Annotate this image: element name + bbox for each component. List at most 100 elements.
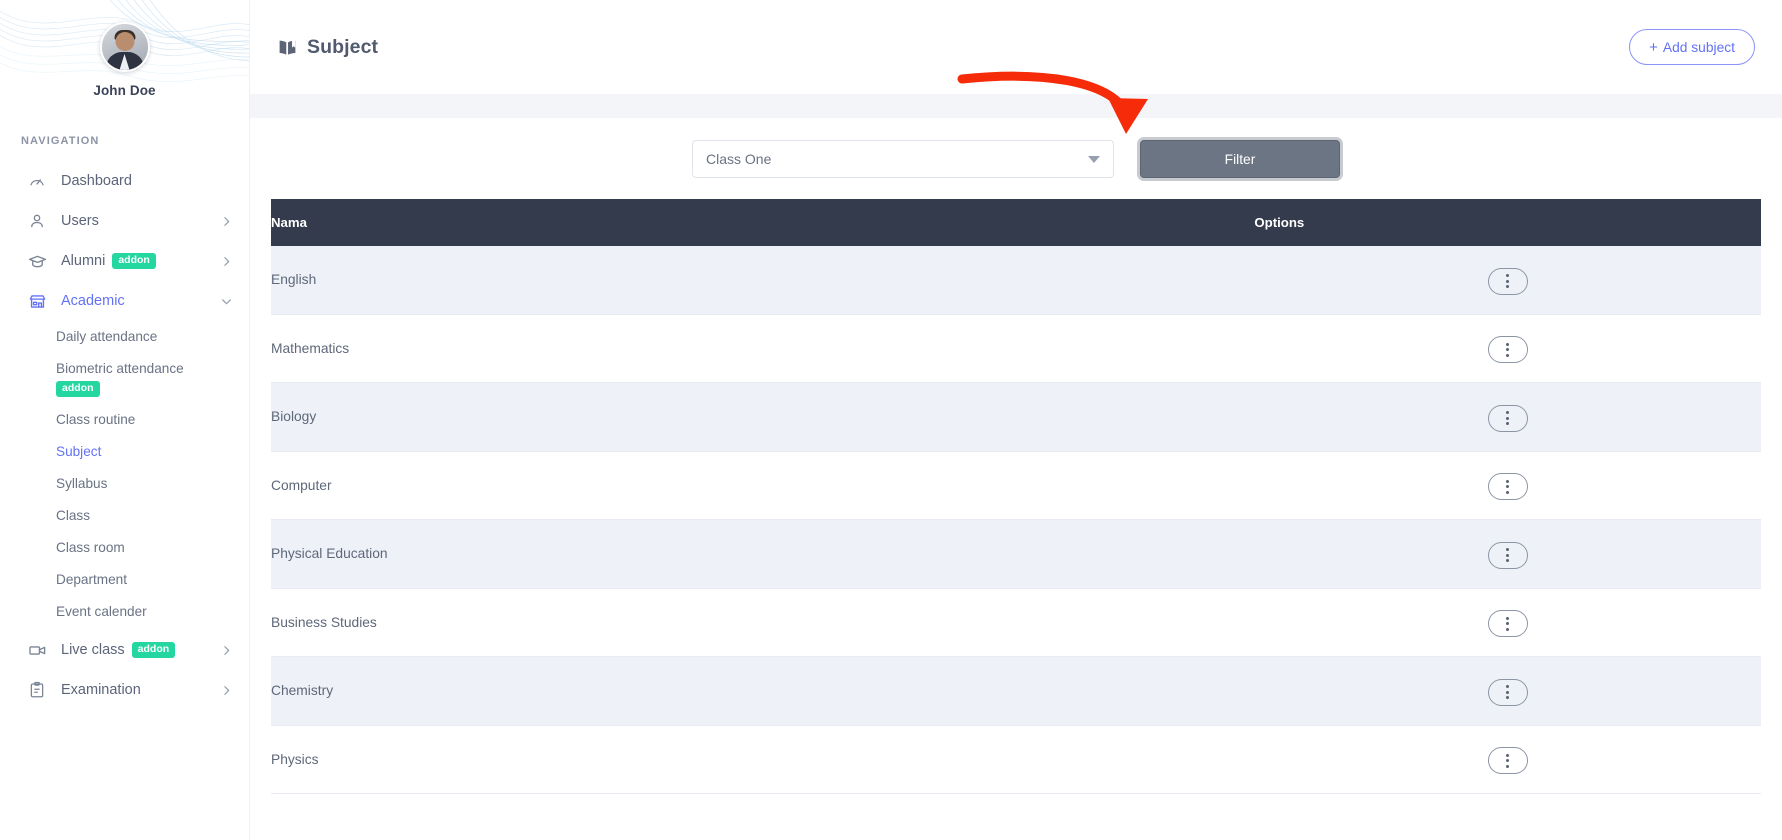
submenu-item-biometric-attendance[interactable]: Biometric attendance addon [0, 353, 249, 404]
submenu-item-class[interactable]: Class [0, 500, 249, 532]
table-row: Physical Education [271, 519, 1761, 589]
sidebar-item-label: Live class [61, 642, 125, 658]
cell-subject-name: Computer [271, 477, 332, 493]
submenu-item-label: Daily attendance [56, 329, 158, 344]
table-head: Nama Options [271, 199, 1761, 246]
sidebar-item-examination[interactable]: Examination [0, 670, 249, 710]
table-row: Mathematics [271, 314, 1761, 383]
row-options-button[interactable] [1487, 473, 1528, 500]
kebab-menu-icon [1506, 616, 1510, 631]
cell-subject-name: Physical Education [271, 546, 388, 562]
kebab-menu-icon [1506, 411, 1510, 425]
kebab-menu-icon [1506, 753, 1510, 768]
sidebar-item-users[interactable]: Users [0, 201, 249, 241]
table-row: English [271, 246, 1761, 314]
submenu-item-event-calender[interactable]: Event calender [0, 596, 249, 628]
sidebar-item-academic[interactable]: Academic [0, 281, 249, 321]
cell-subject-name: Chemistry [271, 683, 334, 699]
cell-options [1254, 520, 1761, 589]
sidebar-item-dashboard[interactable]: Dashboard [0, 161, 249, 201]
submenu-item-class-routine[interactable]: Class routine [0, 404, 249, 436]
cell-subject-name: Physics [271, 751, 319, 767]
video-camera-icon [28, 641, 48, 660]
content-card: Class One Filter Nama Options English Ma… [250, 118, 1782, 840]
row-options-button[interactable] [1487, 747, 1528, 774]
filter-bar: Class One Filter [250, 118, 1782, 199]
subject-table: Nama Options English Mathematics Biology… [271, 199, 1761, 794]
table-row: Physics [271, 725, 1761, 794]
cell-subject-name: Business Studies [271, 614, 377, 630]
row-options-button[interactable] [1487, 404, 1528, 432]
column-header-name: Nama [271, 199, 1255, 246]
user-icon [28, 212, 48, 230]
nav-section-title: NAVIGATION [21, 135, 100, 147]
filter-button[interactable]: Filter [1140, 140, 1340, 178]
profile-name: John Doe [93, 83, 156, 98]
chevron-down-icon [1088, 155, 1100, 163]
row-options-button[interactable] [1487, 267, 1528, 295]
addon-badge: addon [131, 642, 176, 658]
submenu-item-label: Syllabus [56, 476, 108, 491]
page-title-group: Subject [277, 36, 378, 59]
clipboard-icon [28, 681, 48, 699]
cell-subject-name: Biology [271, 409, 317, 425]
main-content: Subject + Add subject Class One Filter N… [250, 0, 1782, 840]
addon-badge: addon [112, 253, 156, 269]
kebab-menu-icon [1506, 685, 1510, 699]
sidebar: John Doe NAVIGATION Dashboard Users Alum… [0, 0, 250, 840]
table-row: Chemistry [271, 656, 1761, 726]
addon-badge: addon [56, 381, 100, 397]
kebab-menu-icon [1506, 479, 1510, 494]
cell-subject-name: Mathematics [271, 340, 350, 356]
submenu-item-department[interactable]: Department [0, 564, 249, 596]
cell-options [1254, 657, 1761, 726]
speedometer-icon [28, 172, 48, 190]
submenu-item-daily-attendance[interactable]: Daily attendance [0, 321, 249, 353]
submenu-item-class-room[interactable]: Class room [0, 532, 249, 564]
row-options-button[interactable] [1487, 336, 1528, 363]
avatar [99, 22, 150, 72]
row-options-button[interactable] [1487, 678, 1528, 706]
cell-options [1254, 314, 1761, 383]
page-header: Subject + Add subject [250, 0, 1782, 94]
sidebar-item-alumni[interactable]: Alumni addon [0, 241, 249, 281]
cell-options [1254, 246, 1761, 314]
graduation-cap-icon [28, 252, 48, 271]
app-root: John Doe NAVIGATION Dashboard Users Alum… [0, 0, 1782, 840]
submenu-item-label: Department [56, 572, 128, 587]
row-options-button[interactable] [1487, 610, 1528, 637]
submenu-item-label: Class routine [56, 412, 136, 427]
submenu-item-syllabus[interactable]: Syllabus [0, 468, 249, 500]
cell-options [1254, 588, 1761, 657]
class-select-wrapper: Class One [692, 140, 1114, 178]
cell-subject-name: English [271, 272, 317, 288]
table-row: Biology [271, 382, 1761, 451]
submenu-item-label: Class room [56, 540, 125, 555]
school-building-icon [28, 292, 48, 311]
add-subject-label: Add subject [1662, 39, 1735, 55]
class-select-value: Class One [706, 151, 772, 167]
submenu-item-label: Subject [56, 444, 102, 459]
add-subject-button[interactable]: + Add subject [1629, 29, 1755, 65]
class-select[interactable]: Class One [692, 140, 1114, 178]
cell-options [1254, 725, 1761, 794]
chevron-right-icon [220, 644, 233, 657]
chevron-right-icon [220, 215, 233, 228]
table-row: Business Studies [271, 588, 1761, 657]
cell-options [1254, 451, 1761, 520]
sidebar-item-label: Users [61, 213, 99, 229]
kebab-menu-icon [1506, 548, 1510, 562]
submenu-item-subject[interactable]: Subject [0, 436, 249, 468]
page-title: Subject [307, 35, 379, 58]
sidebar-profile: John Doe [0, 0, 249, 98]
chevron-down-icon [220, 295, 233, 308]
column-header-options: Options [1254, 199, 1761, 246]
book-icon [277, 37, 298, 58]
table-row: Computer [271, 451, 1761, 520]
table-body: English Mathematics Biology Computer Phy… [271, 246, 1761, 794]
sidebar-item-live-class[interactable]: Live class addon [0, 630, 249, 670]
chevron-right-icon [220, 255, 233, 268]
row-options-button[interactable] [1487, 541, 1528, 569]
submenu-item-label: Biometric attendance [56, 361, 184, 376]
kebab-menu-icon [1506, 342, 1510, 357]
